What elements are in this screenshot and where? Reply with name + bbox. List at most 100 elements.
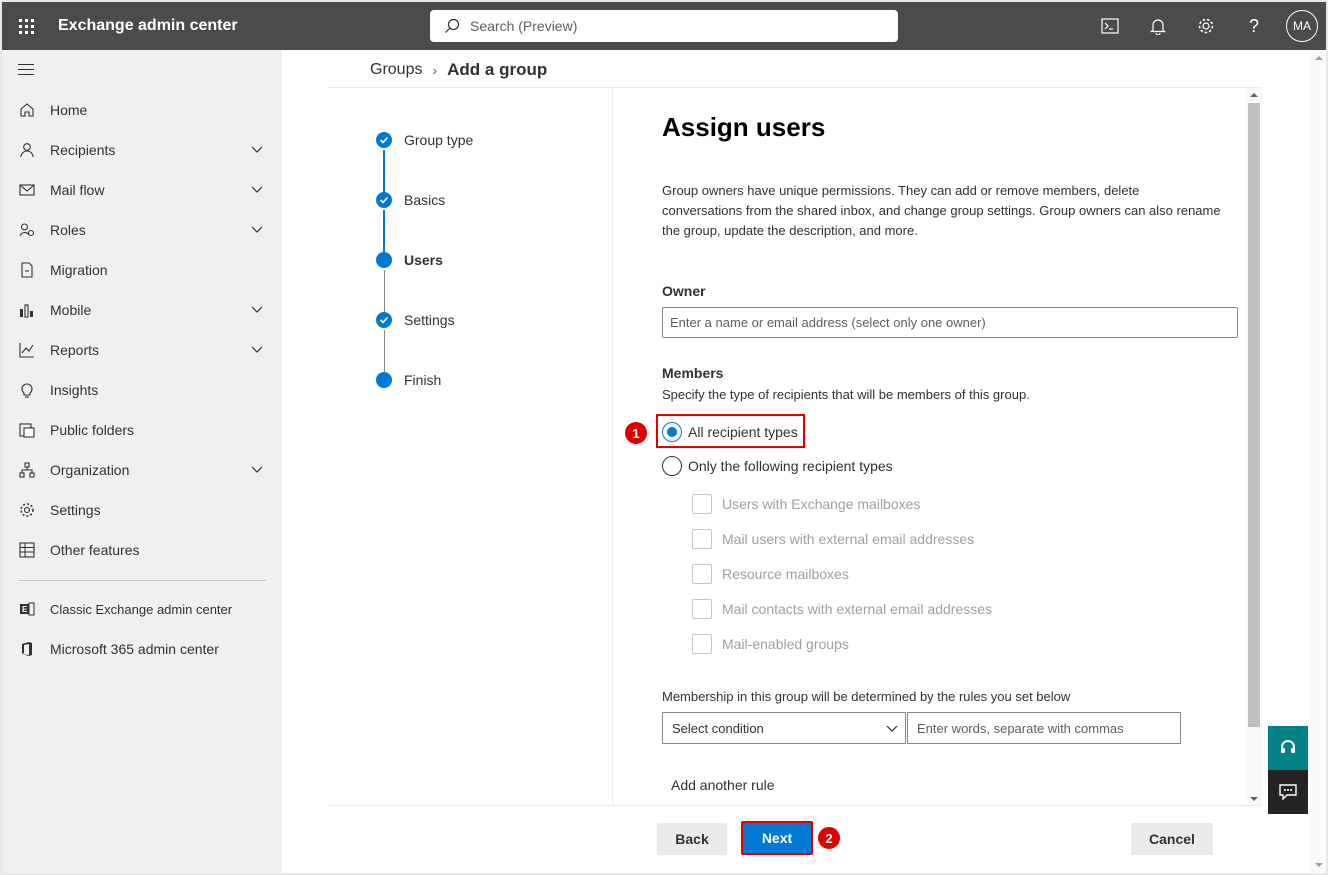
step-connector [383,150,385,194]
wizard-step-finish: Finish [376,372,441,388]
step-label: Basics [404,192,446,208]
terminal-icon[interactable] [1086,2,1134,50]
checkbox-icon[interactable] [692,634,712,654]
chart-icon [18,341,36,359]
checkbox-label: Mail contacts with external email addres… [722,601,993,617]
sidebar-item-roles[interactable]: Roles [2,210,282,250]
sidebar-item-insights[interactable]: Insights [2,370,282,410]
gear-icon [18,501,36,519]
chevron-down-icon[interactable] [250,463,264,477]
radio-all-recipient-types[interactable]: All recipient types [662,422,798,442]
radio-only-following-types[interactable]: Only the following recipient types [662,456,893,476]
step-label: Users [404,252,443,268]
back-button[interactable]: Back [657,823,727,855]
grid-icon [18,541,36,559]
form-scrollbar[interactable] [1247,88,1262,806]
mail-icon [18,181,36,199]
gear-icon[interactable] [1182,2,1230,50]
radio-label: All recipient types [688,424,798,440]
checkbox-mail-users[interactable]: Mail users with external email addresses [692,529,974,549]
sidebar-link-classic-eac[interactable]: E Classic Exchange admin center [2,589,282,629]
sidebar-item-reports[interactable]: Reports [2,330,282,370]
sidebar-item-label: Home [50,102,88,118]
radio-label: Only the following recipient types [688,458,893,474]
owner-label: Owner [662,283,706,299]
hamburger-menu-icon[interactable] [18,64,34,79]
chevron-down-icon [886,725,898,732]
help-headset-button[interactable] [1268,726,1308,770]
checkbox-exchange-mailboxes[interactable]: Users with Exchange mailboxes [692,494,920,514]
page-title: Assign users [662,112,826,142]
checkbox-resource-mailboxes[interactable]: Resource mailboxes [692,564,849,584]
sidebar-link-m365-admin[interactable]: Microsoft 365 admin center [2,629,282,669]
sidebar-item-settings[interactable]: Settings [2,490,282,530]
wizard-panel: Group type Basics Users Settings Finish … [328,87,1262,806]
breadcrumb-current: Add a group [447,60,548,79]
scroll-up-icon[interactable] [1250,93,1258,97]
sidebar-item-label: Roles [50,222,86,238]
help-icon[interactable]: ? [1230,2,1278,50]
sidebar-item-other-features[interactable]: Other features [2,530,282,570]
sidebar-item-label: Recipients [50,142,116,158]
step-label: Group type [404,132,474,148]
wizard-step-users: Users [376,252,443,268]
checkbox-icon[interactable] [692,494,712,514]
checkbox-icon[interactable] [692,564,712,584]
mobile-icon [18,301,36,319]
avatar[interactable]: MA [1286,10,1318,42]
check-icon [376,312,392,328]
members-label: Members [662,365,724,381]
page-scrollbar[interactable] [1311,50,1326,873]
scroll-up-icon[interactable] [1315,56,1323,60]
checkbox-icon[interactable] [692,599,712,619]
add-another-rule-link[interactable]: Add another rule [671,777,775,793]
cancel-button[interactable]: Cancel [1131,823,1213,855]
checkbox-mail-contacts[interactable]: Mail contacts with external email addres… [692,599,992,619]
sidebar-item-recipients[interactable]: Recipients [2,130,282,170]
search-input[interactable]: Search (Preview) [430,10,898,42]
check-icon [376,132,392,148]
bell-icon[interactable] [1134,2,1182,50]
app-title[interactable]: Exchange admin center [58,17,238,35]
chevron-down-icon[interactable] [250,303,264,317]
home-icon [18,101,36,119]
sidebar-link-label: Microsoft 365 admin center [50,641,219,657]
owner-input[interactable]: Enter a name or email address (select on… [662,307,1238,338]
app-launcher-icon[interactable] [2,2,50,50]
rule-label: Membership in this group will be determi… [662,689,1071,704]
next-button[interactable]: Next [741,821,813,855]
sidebar-link-label: Classic Exchange admin center [50,601,233,617]
checkbox-mail-enabled-groups[interactable]: Mail-enabled groups [692,634,849,654]
feedback-chat-button[interactable] [1268,770,1308,814]
sidebar-item-mobile[interactable]: Mobile [2,290,282,330]
pending-step-dot-icon [376,372,392,388]
sidebar-item-organization[interactable]: Organization [2,450,282,490]
exchange-icon: E [18,600,36,618]
sidebar-item-mail-flow[interactable]: Mail flow [2,170,282,210]
chevron-down-icon[interactable] [250,183,264,197]
checkbox-label: Users with Exchange mailboxes [722,496,921,512]
condition-words-input[interactable]: Enter words, separate with commas [907,712,1181,744]
radio-checked-icon[interactable] [662,422,682,442]
scroll-down-icon[interactable] [1250,797,1258,801]
lightbulb-icon [18,381,36,399]
headset-icon [1281,740,1295,753]
condition-select[interactable]: Select condition [662,712,906,744]
step-connector [384,330,385,374]
scroll-thumb[interactable] [1248,103,1260,727]
radio-unchecked-icon[interactable] [662,456,682,476]
sidebar-item-home[interactable]: Home [2,90,282,130]
main-content: Groups › Add a group Group type Basics U… [282,50,1326,873]
breadcrumb-groups[interactable]: Groups [370,61,422,79]
chevron-down-icon[interactable] [250,143,264,157]
chevron-down-icon[interactable] [250,223,264,237]
scroll-down-icon[interactable] [1315,863,1323,867]
sidebar-item-public-folders[interactable]: Public folders [2,410,282,450]
current-step-dot-icon [376,252,392,268]
svg-text:E: E [22,605,28,614]
sidebar-item-migration[interactable]: Migration [2,250,282,290]
checkbox-icon[interactable] [692,529,712,549]
step-label: Finish [404,372,442,388]
chevron-down-icon[interactable] [250,343,264,357]
chevron-right-icon: › [432,62,438,78]
